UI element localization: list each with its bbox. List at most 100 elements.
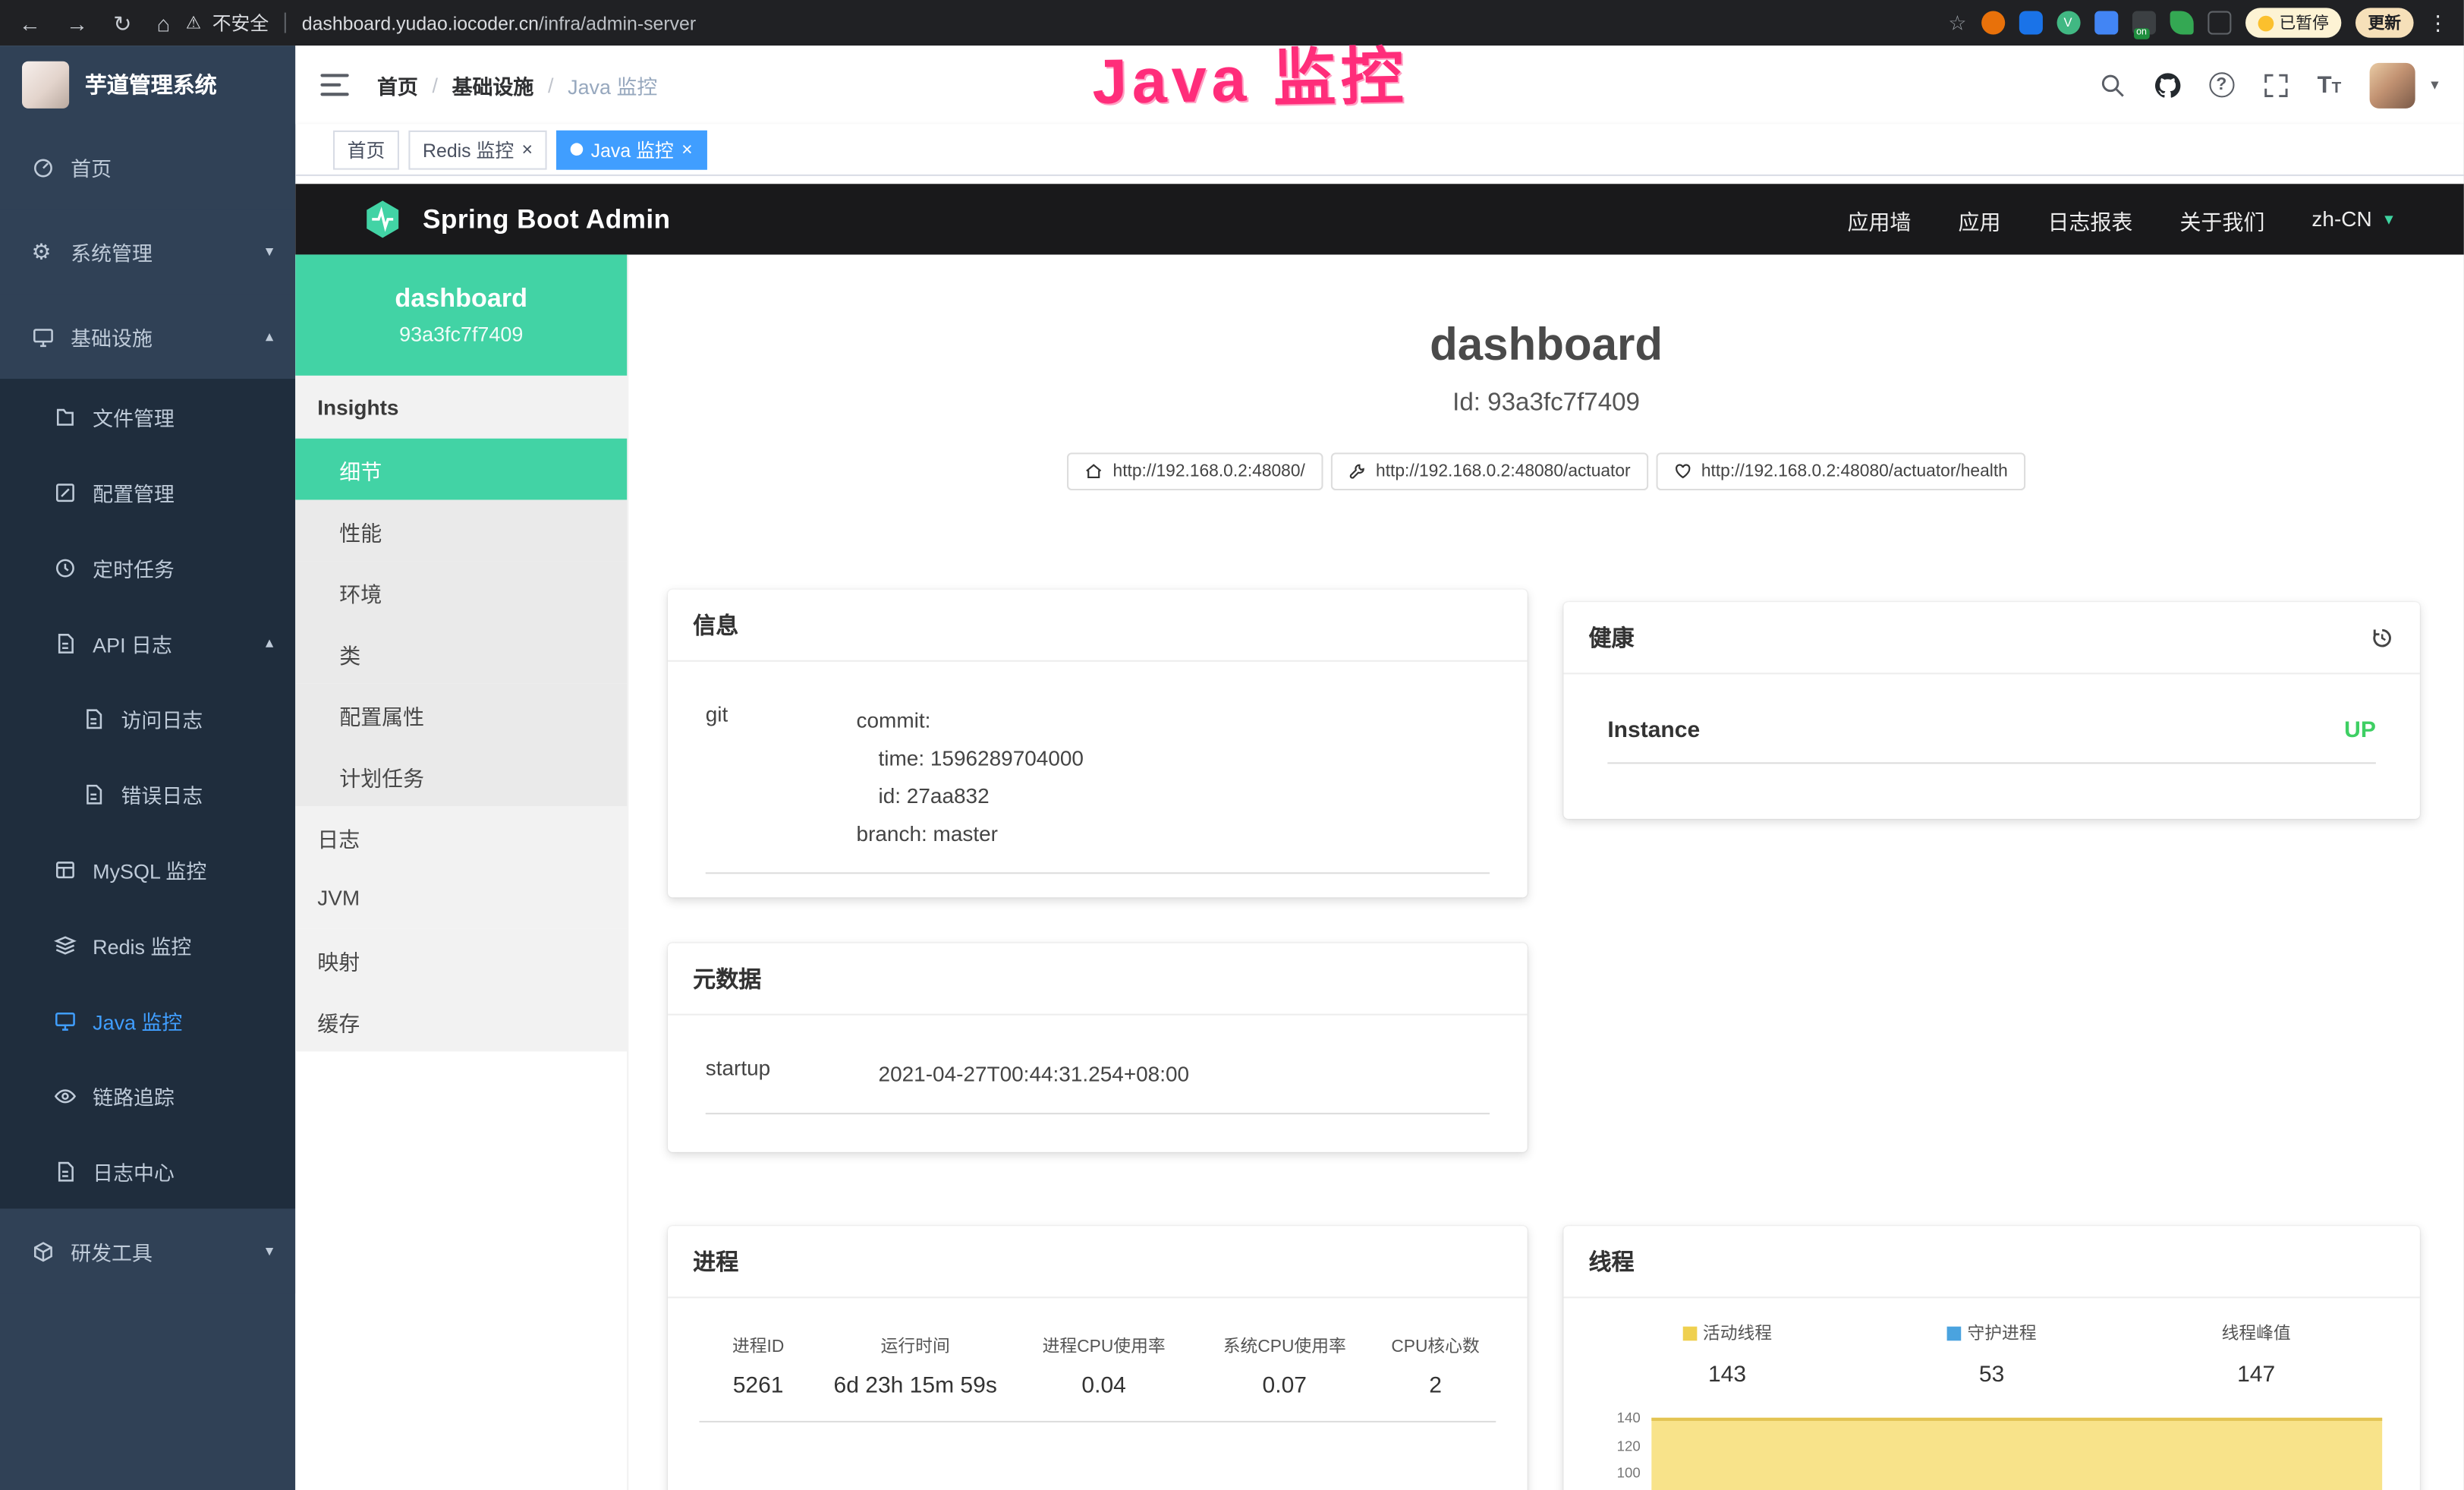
breadcrumb-home[interactable]: 首页 [377,70,418,99]
sidebar-item-java[interactable]: Java 监控 [0,982,295,1057]
refresh-icon[interactable]: ↻ [113,12,131,34]
extension-icon-leaf[interactable] [2170,11,2193,34]
legend-swatch-yellow [1682,1326,1697,1340]
stat-header: 运行时间 [817,1333,1014,1358]
metadata-value: 2021-04-27T00:44:31.254+08:00 [879,1057,1190,1095]
breadcrumb-current: Java 监控 [568,70,657,99]
browser-menu-icon[interactable]: ⋮ [2428,13,2448,33]
avatar-caret-icon[interactable]: ▾ [2431,76,2438,93]
document-icon [82,707,105,730]
address-bar[interactable]: ⚠ 不安全 dashboard.yudao.iocoder.cn/infra/a… [186,9,696,36]
actuator-url-link[interactable]: http://192.168.0.2:48080/actuator [1330,452,1647,490]
y-tick: 100 [1595,1465,1641,1490]
sba-nav-applications[interactable]: 应用 [1959,203,2001,235]
metadata-key: startup [706,1057,879,1095]
hamburger-icon[interactable] [320,74,348,96]
sidebar-item-trace[interactable]: 链路追踪 [0,1058,295,1133]
sba-nav-jvm[interactable]: JVM [295,868,627,929]
fullscreen-icon[interactable] [2262,71,2289,98]
health-url-link[interactable]: http://192.168.0.2:48080/actuator/health [1656,452,2025,490]
sidebar-item-file[interactable]: 文件管理 [0,379,295,454]
sba-nav-scheduledtasks[interactable]: 计划任务 [295,745,627,807]
edit-icon [53,480,77,504]
forward-icon[interactable]: → [66,12,88,34]
threads-card: 线程 活动线程 143 守护进程 53 线程峰值 147 [1563,1226,2420,1490]
sidebar-item-redis[interactable]: Redis 监控 [0,907,295,982]
extension-icon-vue[interactable]: V [2056,11,2080,34]
process-card: 进程 进程ID 5261 运行时间 6d 23h 15m 59s 进程CPU使用… [668,1226,1528,1490]
sidebar-item-log-center[interactable]: 日志中心 [0,1133,295,1208]
extension-icon-blue[interactable] [2019,11,2042,34]
sba-nav-journal[interactable]: 日志报表 [2048,203,2133,235]
tab-java[interactable]: Java 监控 × [556,130,706,169]
update-button[interactable]: 更新 [2355,8,2414,37]
sba-nav-details[interactable]: 细节 [295,439,627,500]
app-logo[interactable]: 芋道管理系统 [0,46,295,124]
sidebar-item-home[interactable]: 首页 [0,124,295,209]
extension-icon-puzzle[interactable] [2207,11,2230,34]
search-icon[interactable] [2099,71,2126,98]
sba-instance-header[interactable]: dashboard 93a3fc7f7409 [295,254,627,375]
tab-home[interactable]: 首页 [333,130,399,169]
back-icon[interactable]: ← [19,12,41,34]
extension-icon-switch[interactable]: on [2132,11,2155,34]
health-row-instance[interactable]: Instance UP [1607,718,2376,764]
locale-caret-icon[interactable]: ▾ [2384,209,2393,229]
sidebar-item-job[interactable]: 定时任务 [0,530,295,605]
sidebar-item-label: 访问日志 [121,704,203,733]
sba-nav-wallboard[interactable]: 应用墙 [1848,203,1912,235]
paused-badge[interactable]: 已暂停 [2245,8,2341,37]
sidebar-item-mysql[interactable]: MySQL 监控 [0,831,295,906]
sidebar-item-api-log[interactable]: API 日志 ▴ [0,605,295,680]
sba-nav-classes[interactable]: 类 [295,622,627,684]
sidebar-item-infra[interactable]: 基础设施 ▴ [0,294,295,379]
extension-icon-grid[interactable] [2094,11,2117,34]
sba-nav-mappings[interactable]: 映射 [295,929,627,991]
help-icon[interactable]: ? [2209,72,2234,97]
close-icon[interactable]: × [681,140,693,159]
service-url-link[interactable]: http://192.168.0.2:48080/ [1067,452,1322,490]
document-icon [53,631,77,654]
gear-icon: ⚙ [31,241,55,263]
sidebar-item-access-log[interactable]: 访问日志 [0,681,295,756]
sba-nav-configprops[interactable]: 配置属性 [295,684,627,745]
status-badge: UP [2344,718,2376,743]
legend-value: 53 [1859,1362,2124,1388]
y-tick: 120 [1595,1438,1641,1465]
stat-value: 2 [1375,1374,1496,1399]
browser-home-icon[interactable]: ⌂ [157,12,171,34]
close-icon[interactable]: × [522,140,533,159]
history-icon[interactable] [2370,625,2395,650]
extension-icon-orange[interactable] [1981,11,2004,34]
sidebar-item-error-log[interactable]: 错误日志 [0,756,295,831]
monitor-icon [31,325,55,348]
info-value: commit: time: 1596289704000 id: 27aa832 … [857,703,1084,854]
instance-links: http://192.168.0.2:48080/ http://192.168… [628,452,2464,490]
sba-nav-about[interactable]: 关于我们 [2179,203,2264,235]
instance-title: dashboard [628,324,2464,370]
sidebar-item-system[interactable]: ⚙ 系统管理 ▾ [0,209,295,294]
github-icon[interactable] [2154,71,2180,98]
sba-nav-env[interactable]: 环境 [295,561,627,622]
document-icon [82,782,105,805]
sidebar-item-config[interactable]: 配置管理 [0,454,295,529]
url-text[interactable]: dashboard.yudao.iocoder.cn/infra/admin-s… [302,12,696,34]
sidebar-item-dev-tools[interactable]: 研发工具 ▾ [0,1208,295,1293]
sba-nav-metrics[interactable]: 性能 [295,499,627,561]
process-stat: 进程ID 5261 [699,1333,817,1399]
process-stat: 进程CPU使用率 0.04 [1014,1333,1194,1399]
tab-redis[interactable]: Redis 监控 × [408,130,546,169]
user-avatar[interactable] [2370,62,2415,108]
bookmark-star-icon[interactable]: ☆ [1948,10,1966,35]
sba-nav-logs[interactable]: 日志 [295,806,627,868]
smiley-icon [2258,15,2274,31]
process-stat: CPU核心数 2 [1375,1333,1496,1399]
sidebar-item-label: 日志中心 [93,1156,175,1186]
app-title: 芋道管理系统 [85,69,217,100]
font-size-icon[interactable]: TT [2318,71,2342,98]
sba-nav-caches[interactable]: 缓存 [295,991,627,1052]
metadata-card-title: 元数据 [693,962,761,994]
breadcrumb-infra[interactable]: 基础设施 [452,70,534,99]
not-secure-icon: ⚠ [186,13,201,33]
sba-locale-select[interactable]: zh-CN [2311,207,2371,231]
